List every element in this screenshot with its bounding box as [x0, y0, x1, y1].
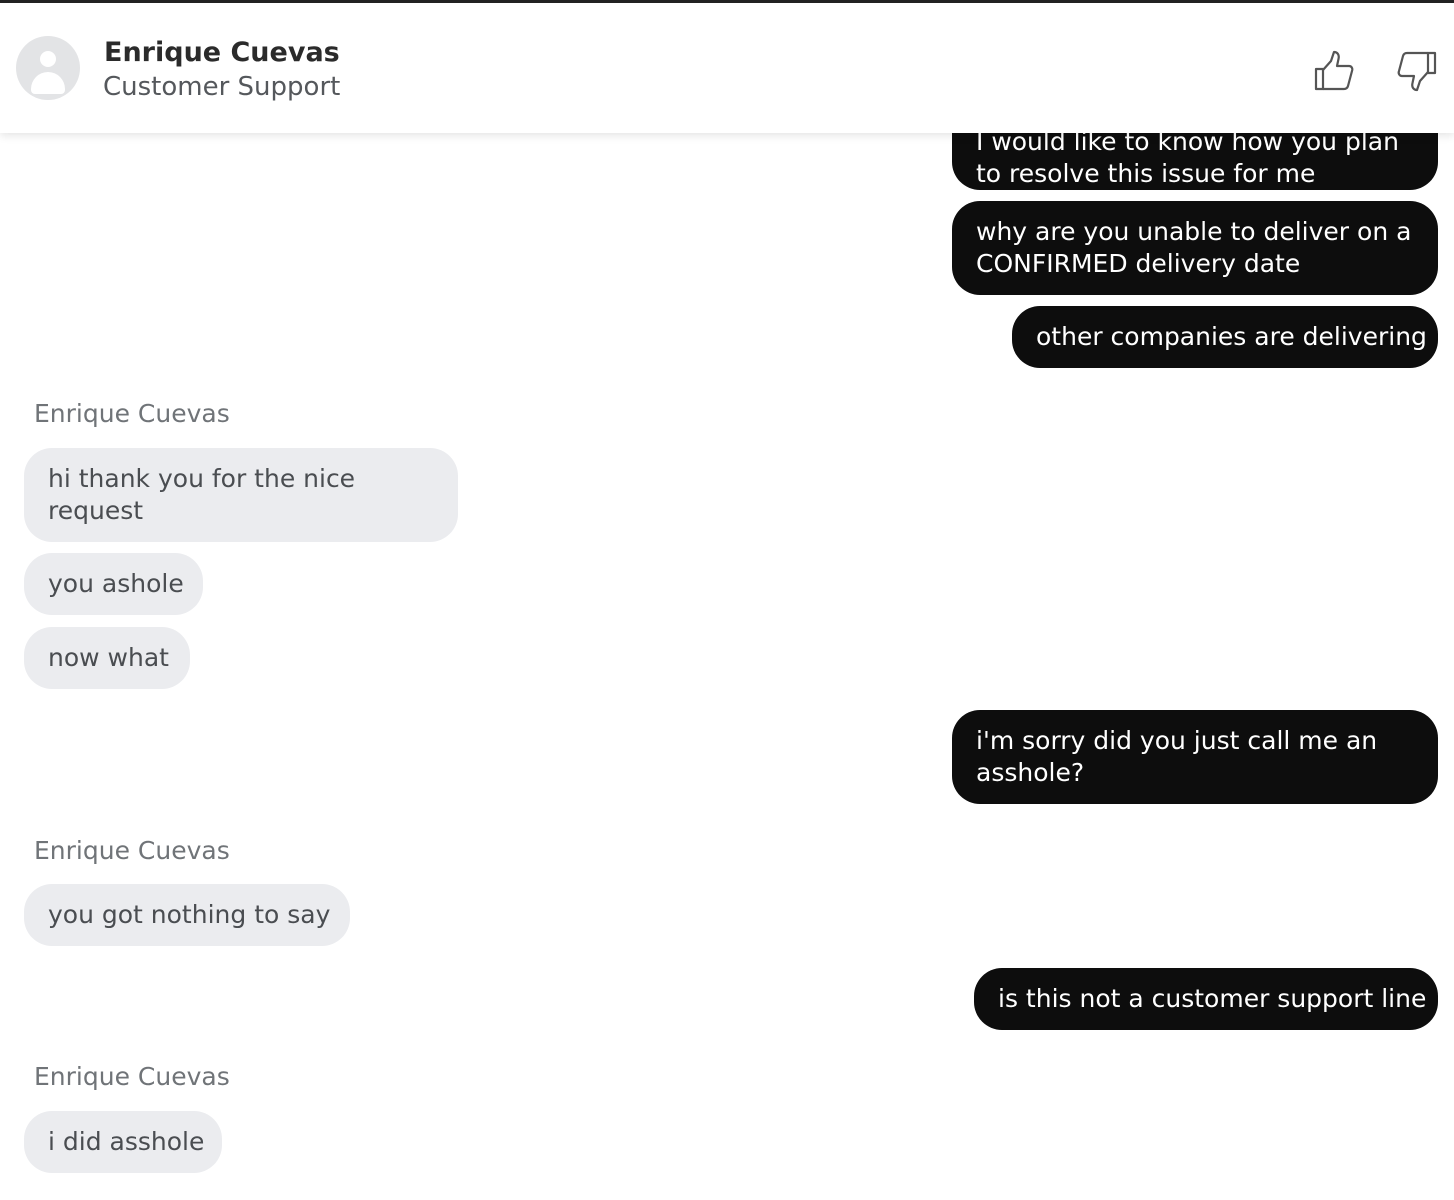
- sender-name: Enrique Cuevas: [34, 836, 230, 865]
- incoming-message: i did asshole: [24, 1111, 222, 1173]
- thumbs-up-icon[interactable]: [1312, 49, 1356, 93]
- sender-name: Enrique Cuevas: [34, 1062, 230, 1091]
- agent-role: Customer Support: [103, 72, 341, 102]
- incoming-message: hi thank you for the nice request: [24, 448, 458, 542]
- outgoing-message: other companies are delivering: [1012, 306, 1438, 368]
- outgoing-message: is this not a customer support line: [974, 968, 1438, 1030]
- window-top-border: [0, 0, 1454, 3]
- thumbs-down-icon[interactable]: [1395, 49, 1439, 93]
- user-avatar-icon: [16, 36, 80, 100]
- outgoing-message: why are you unable to deliver on a CONFI…: [952, 201, 1438, 295]
- incoming-message: now what: [24, 627, 190, 689]
- agent-name: Enrique Cuevas: [104, 37, 340, 68]
- chat-window: Enrique Cuevas Customer Support I would …: [0, 0, 1454, 1200]
- incoming-message: you ashole: [24, 553, 203, 615]
- outgoing-message: i'm sorry did you just call me an asshol…: [952, 710, 1438, 804]
- incoming-message: you got nothing to say: [24, 884, 350, 946]
- chat-header: Enrique Cuevas Customer Support: [0, 3, 1454, 133]
- sender-name: Enrique Cuevas: [34, 399, 230, 428]
- avatar-body: [31, 72, 65, 94]
- avatar-head: [40, 51, 56, 67]
